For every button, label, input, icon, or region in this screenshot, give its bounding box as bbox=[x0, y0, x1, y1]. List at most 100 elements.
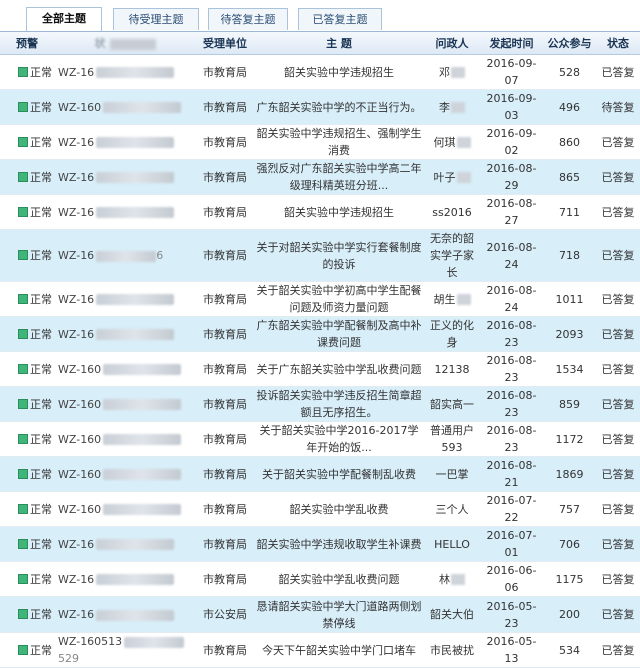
code-cell[interactable]: WZ-160 bbox=[54, 89, 196, 125]
redacted-code bbox=[103, 504, 182, 515]
redacted-name bbox=[451, 574, 465, 585]
table-row[interactable]: 正常 WZ-16 市教育局 韶关实验中学违规招生 邓 2016-09-07 528 已答复 bbox=[0, 54, 640, 90]
unit-cell: 市教育局 bbox=[196, 316, 254, 352]
warning-cell: 正常 bbox=[0, 54, 54, 90]
warning-label: 正常 bbox=[30, 643, 52, 657]
code-cell[interactable]: WZ-16 bbox=[54, 561, 196, 597]
code-cell[interactable]: WZ-16 6 bbox=[54, 229, 196, 282]
tab-replied[interactable]: 已答复主题 bbox=[298, 8, 382, 30]
participation-cell: 859 bbox=[543, 386, 596, 422]
participation-cell: 200 bbox=[543, 596, 596, 633]
redacted-code bbox=[96, 67, 175, 78]
date-cell: 2016-08-24 bbox=[480, 229, 543, 282]
subject-link[interactable]: 关于对韶关实验中学实行套餐制度的投诉 bbox=[254, 229, 424, 282]
status-square-icon bbox=[18, 101, 28, 112]
col-warning: 预警 bbox=[0, 32, 54, 55]
table-row[interactable]: 正常 WZ-16 6 市教育局 关于对韶关实验中学实行套餐制度的投诉 无奈的韶实学子家长 2… bbox=[0, 229, 640, 282]
code-cell[interactable]: WZ-16 bbox=[54, 526, 196, 562]
redacted-code bbox=[96, 574, 175, 585]
warning-cell: 正常 bbox=[0, 456, 54, 492]
code-cell[interactable]: WZ-160 bbox=[54, 456, 196, 492]
person-name: 韶关大伯 bbox=[430, 608, 474, 621]
code-cell[interactable]: WZ-160513 529 bbox=[54, 632, 196, 668]
table-row[interactable]: 正常 WZ-16 市教育局 关于韶关实验中学初高中学生配餐问题及师资力量问题 胡生 201… bbox=[0, 281, 640, 317]
table-row[interactable]: 正常 WZ-16 市教育局 韶关实验中学违规招生 ss2016 2016-08-27 711… bbox=[0, 194, 640, 230]
subject-link[interactable]: 强烈反对广东韶关实验中学高二年级理科精英班分班... bbox=[254, 159, 424, 195]
subject-link[interactable]: 韶关实验中学违规招生、强制学生消费 bbox=[254, 124, 424, 160]
code-cell[interactable]: WZ-16 bbox=[54, 54, 196, 90]
code-cell[interactable]: WZ-16 bbox=[54, 124, 196, 160]
warning-cell: 正常 bbox=[0, 561, 54, 597]
table-row[interactable]: 正常 WZ-16 市教育局 韶关实验中学乱收费问题 林 2016-06-06 1175 已答复 bbox=[0, 561, 640, 597]
tab-pending-acceptance[interactable]: 待受理主题 bbox=[113, 8, 199, 30]
person-name: 叶子 bbox=[433, 170, 456, 184]
status-square-icon bbox=[18, 644, 28, 655]
redacted-name bbox=[456, 294, 471, 305]
topic-code: WZ-16 bbox=[58, 65, 95, 79]
subject-link[interactable]: 广东韶关实验中学的不正当行为。 bbox=[254, 89, 424, 125]
tab-pending-reply[interactable]: 待答复主题 bbox=[208, 8, 288, 30]
status-cell: 已答复 bbox=[596, 561, 640, 597]
person-name: 何琪 bbox=[433, 135, 456, 149]
subject-link[interactable]: 韶关实验中学违规收取学生补课费 bbox=[254, 526, 424, 562]
code-cell[interactable]: WZ-160 bbox=[54, 351, 196, 387]
table-row[interactable]: 正常 WZ-16 市教育局 韶关实验中学违规收取学生补课费 HELLO 2016-07-0… bbox=[0, 526, 640, 562]
table-row[interactable]: 正常 WZ-16 市教育局 韶关实验中学违规招生、强制学生消费 何琪 2016-09-02… bbox=[0, 124, 640, 160]
subject-link[interactable]: 今天下午韶关实验中学门口堵车 bbox=[254, 632, 424, 668]
code-cell[interactable]: WZ-160 bbox=[54, 491, 196, 527]
warning-cell: 正常 bbox=[0, 386, 54, 422]
date-cell: 2016-08-21 bbox=[480, 456, 543, 492]
subject-link[interactable]: 广东韶关实验中学配餐制及高中补课费问题 bbox=[254, 316, 424, 352]
code-cell[interactable]: WZ-16 bbox=[54, 316, 196, 352]
warning-label: 正常 bbox=[30, 397, 52, 411]
participation-cell: 865 bbox=[543, 159, 596, 195]
topic-code: WZ-16 bbox=[58, 572, 95, 586]
subject-link[interactable]: 韶关实验中学违规招生 bbox=[254, 194, 424, 230]
table-row[interactable]: 正常 WZ-16 市教育局 强烈反对广东韶关实验中学高二年级理科精英班分班... 叶子 2… bbox=[0, 159, 640, 195]
status-cell: 已答复 bbox=[596, 491, 640, 527]
table-row[interactable]: 正常 WZ-160 市教育局 关于韶关实验中学2016-2017学年开始的饭... 普通… bbox=[0, 421, 640, 457]
subject-link[interactable]: 投诉韶关实验中学违反招生简章超额且无序招生。 bbox=[254, 386, 424, 422]
table-row[interactable]: 正常 WZ-160 市教育局 广东韶关实验中学的不正当行为。 李 2016-09-03 49… bbox=[0, 89, 640, 125]
person-cell: 韶实高一 bbox=[424, 386, 480, 422]
code-cell[interactable]: WZ-16 bbox=[54, 281, 196, 317]
date-cell: 2016-07-22 bbox=[480, 491, 543, 527]
code-cell[interactable]: WZ-160 bbox=[54, 421, 196, 457]
code-cell[interactable]: WZ-16 bbox=[54, 596, 196, 633]
table-row[interactable]: 正常 WZ-16 市教育局 广东韶关实验中学配餐制及高中补课费问题 正义的化身 2016-… bbox=[0, 316, 640, 352]
status-square-icon bbox=[18, 66, 28, 77]
redacted-code bbox=[96, 294, 175, 305]
code-cell[interactable]: WZ-16 bbox=[54, 159, 196, 195]
subject-link[interactable]: 关于韶关实验中学2016-2017学年开始的饭... bbox=[254, 421, 424, 457]
subject-link[interactable]: 韶关实验中学违规招生 bbox=[254, 54, 424, 90]
redacted-code bbox=[124, 636, 185, 648]
warning-label: 正常 bbox=[30, 205, 52, 219]
unit-cell: 市教育局 bbox=[196, 561, 254, 597]
status-square-icon bbox=[18, 250, 28, 260]
status-square-icon bbox=[18, 503, 28, 514]
date-cell: 2016-06-06 bbox=[480, 561, 543, 597]
table-row[interactable]: 正常 WZ-160513 529 市教育局 今天下午韶关实验中学门口堵车 市民被扰 2016… bbox=[0, 632, 640, 668]
person-cell: 邓 bbox=[424, 54, 480, 90]
person-cell: 李 bbox=[424, 89, 480, 125]
person-name: 李 bbox=[439, 100, 450, 114]
table-row[interactable]: 正常 WZ-16 市公安局 恳请韶关实验中学大门道路两侧划禁停线 韶关大伯 2016-05… bbox=[0, 596, 640, 633]
subject-link[interactable]: 关于韶关实验中学初高中学生配餐问题及师资力量问题 bbox=[254, 281, 424, 317]
unit-cell: 市教育局 bbox=[196, 281, 254, 317]
table-row[interactable]: 正常 WZ-160 市教育局 韶关实验中学乱收费 三个人 2016-07-22 757 已答复 bbox=[0, 491, 640, 527]
subject-link[interactable]: 恳请韶关实验中学大门道路两侧划禁停线 bbox=[254, 596, 424, 633]
subject-link[interactable]: 韶关实验中学乱收费问题 bbox=[254, 561, 424, 597]
code-cell[interactable]: WZ-160 bbox=[54, 386, 196, 422]
code-cell[interactable]: WZ-16 bbox=[54, 194, 196, 230]
topic-code: WZ-16 bbox=[58, 170, 95, 184]
table-row[interactable]: 正常 WZ-160 市教育局 关于广东韶关实验中学乱收费问题 12138 2016-08-… bbox=[0, 351, 640, 387]
table-row[interactable]: 正常 WZ-160 市教育局 关于韶关实验中学配餐制乱收费 一巴掌 2016-08-21 1… bbox=[0, 456, 640, 492]
table-row[interactable]: 正常 WZ-160 市教育局 投诉韶关实验中学违反招生简章超额且无序招生。 韶实高一 20… bbox=[0, 386, 640, 422]
topic-code: WZ-16 bbox=[58, 327, 95, 341]
subject-link[interactable]: 关于韶关实验中学配餐制乱收费 bbox=[254, 456, 424, 492]
tab-all-topics[interactable]: 全部主题 bbox=[26, 7, 102, 31]
warning-cell: 正常 bbox=[0, 194, 54, 230]
person-cell: HELLO bbox=[424, 526, 480, 562]
subject-link[interactable]: 韶关实验中学乱收费 bbox=[254, 491, 424, 527]
subject-link[interactable]: 关于广东韶关实验中学乱收费问题 bbox=[254, 351, 424, 387]
